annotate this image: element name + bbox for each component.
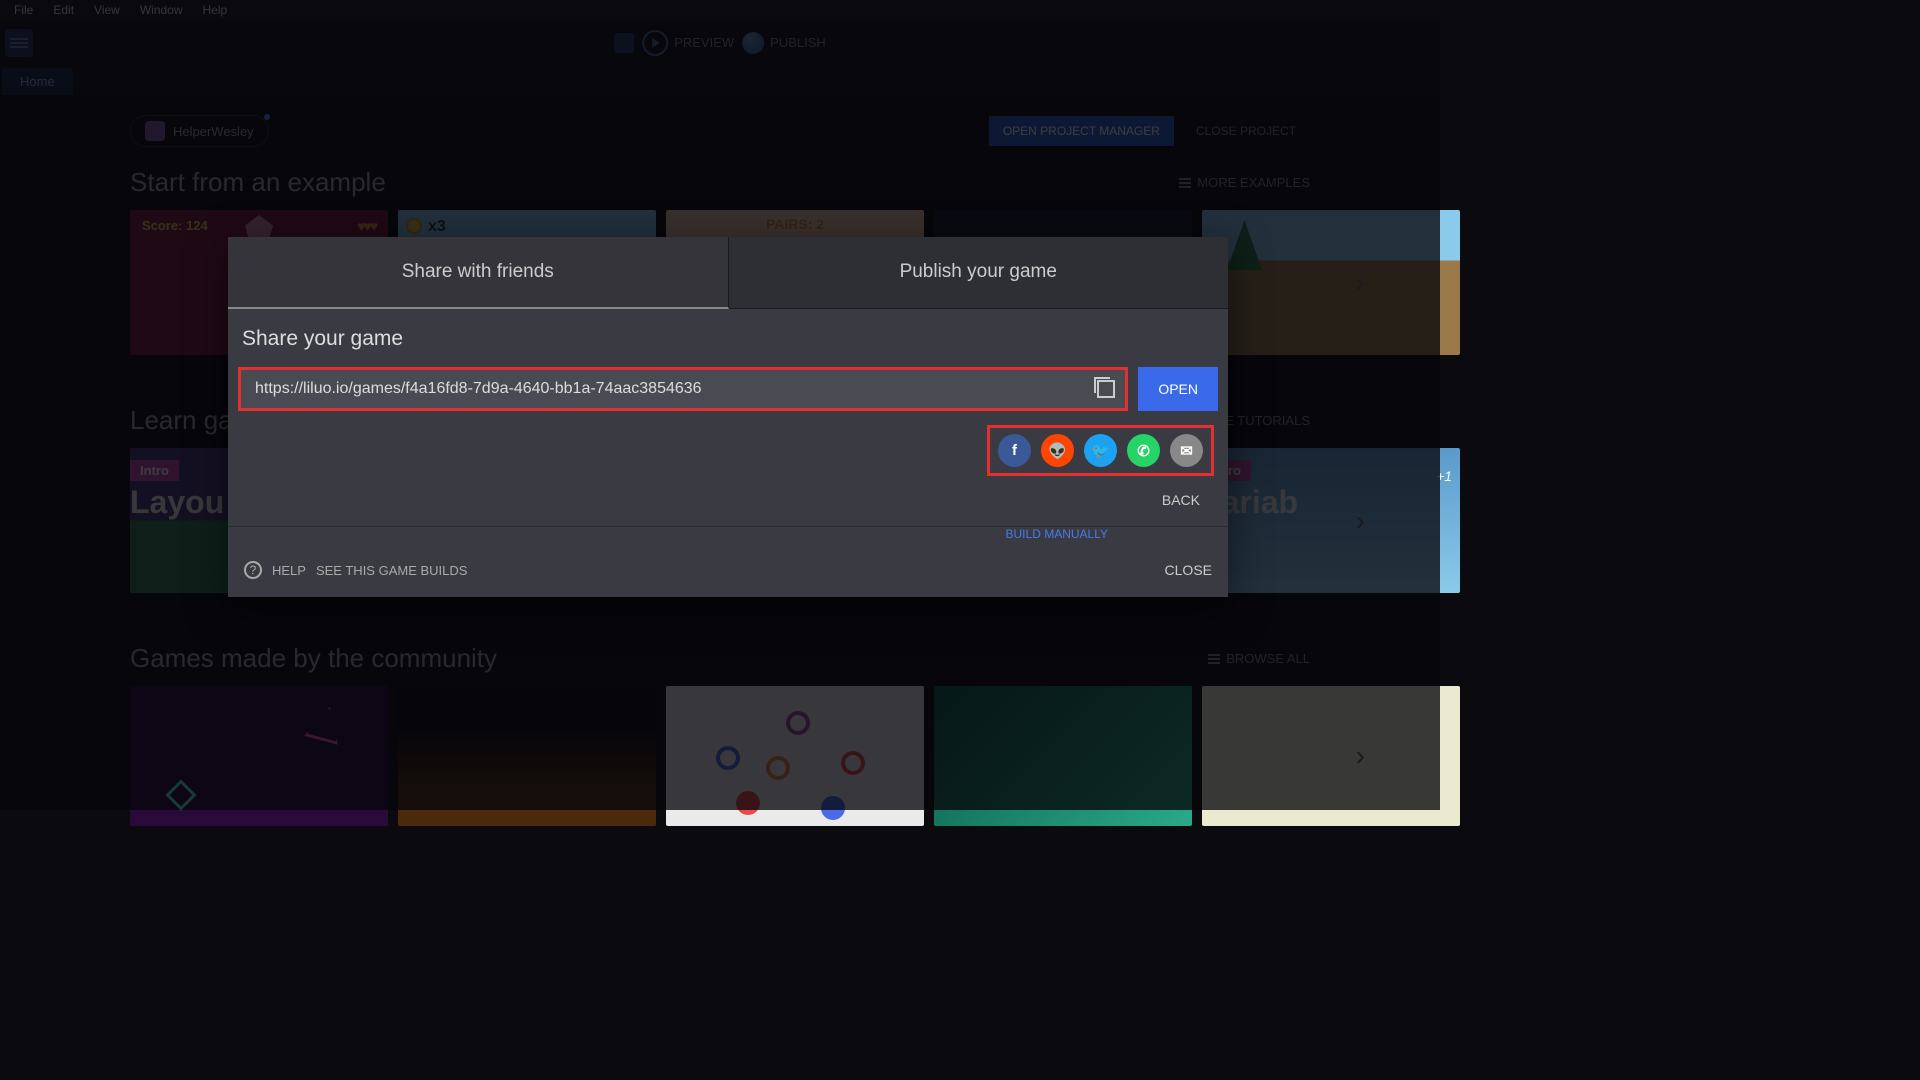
copy-icon[interactable]: [1087, 380, 1125, 398]
close-button[interactable]: CLOSE: [1165, 562, 1212, 578]
open-button[interactable]: OPEN: [1138, 367, 1218, 411]
see-builds-link[interactable]: SEE THIS GAME BUILDS: [316, 563, 467, 578]
share-modal: Share with friends Publish your game Sha…: [228, 237, 1228, 597]
tab-publish-game[interactable]: Publish your game: [729, 237, 1229, 309]
reddit-icon[interactable]: 👽: [1041, 434, 1074, 467]
url-field-highlight: [238, 367, 1128, 411]
facebook-icon[interactable]: f: [998, 434, 1031, 467]
help-label[interactable]: HELP: [272, 563, 306, 578]
social-buttons-highlight: f 👽 🐦 ✆ ✉: [987, 425, 1214, 476]
email-icon[interactable]: ✉: [1170, 434, 1203, 467]
whatsapp-icon[interactable]: ✆: [1127, 434, 1160, 467]
share-url-input[interactable]: [241, 370, 1087, 408]
back-button[interactable]: BACK: [1162, 492, 1200, 508]
twitter-icon[interactable]: 🐦: [1084, 434, 1117, 467]
build-manually-link[interactable]: BUILD MANUALLY: [228, 525, 1228, 543]
tab-share-friends[interactable]: Share with friends: [228, 237, 729, 309]
help-icon[interactable]: ?: [244, 561, 262, 579]
modal-title: Share your game: [238, 327, 1218, 367]
